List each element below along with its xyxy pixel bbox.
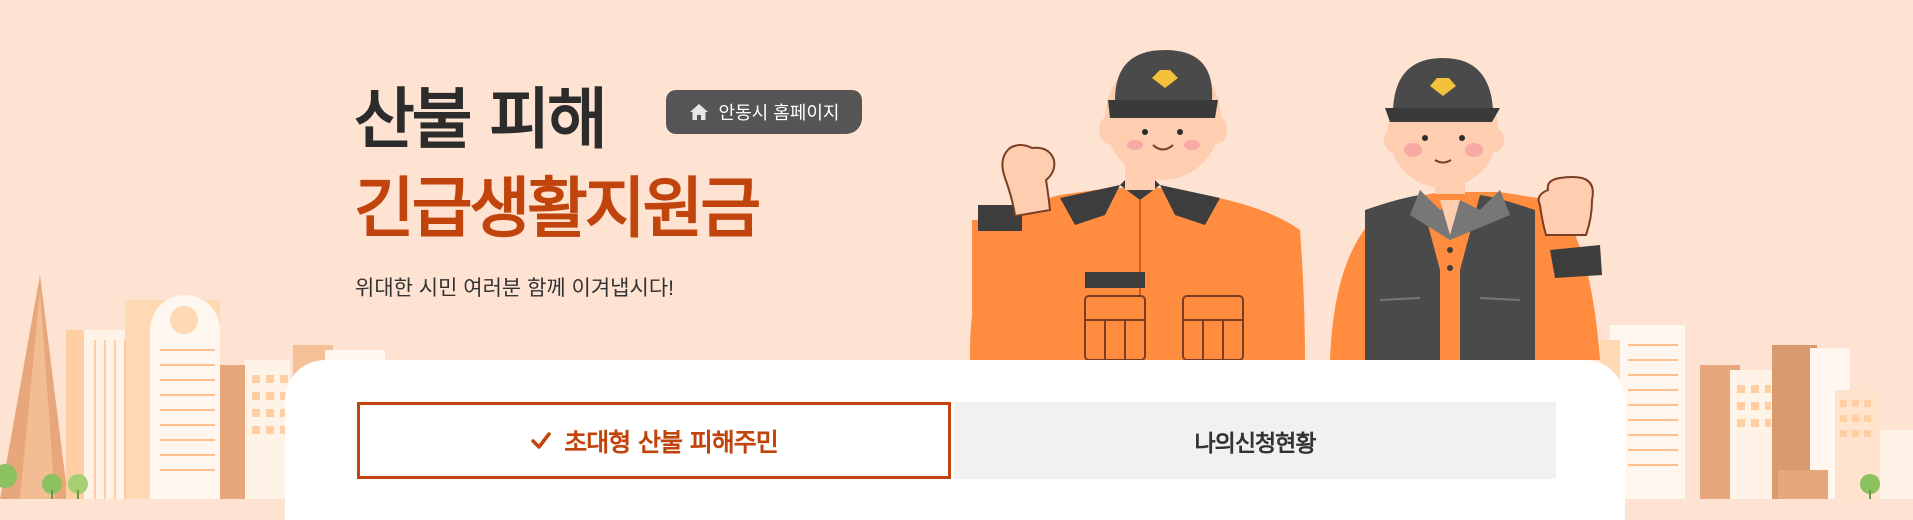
hero-title-line2: 긴급생활지원금: [354, 170, 761, 247]
firefighter-illustration: [969, 50, 1305, 361]
hero-tagline: 위대한 시민 여러분 함께 이겨냅시다!: [355, 277, 674, 300]
right-city-illustration: [1600, 325, 1913, 499]
tab-label: 초대형 산불 피해주민: [564, 427, 778, 457]
check-icon: [531, 431, 552, 449]
hero-title-line1: 산불 피해: [354, 81, 608, 158]
tab-my-application-status[interactable]: 나의신청현황: [954, 402, 1556, 479]
home-icon: [689, 104, 708, 120]
home-page-button-label: 안동시 홈페이지: [718, 103, 840, 123]
home-page-button[interactable]: 안동시 홈페이지: [666, 90, 862, 134]
worker-illustration: [1330, 58, 1602, 360]
tab-wildfire-victims[interactable]: 초대형 산불 피해주민: [357, 402, 951, 479]
tab-label: 나의신청현황: [1194, 430, 1317, 457]
